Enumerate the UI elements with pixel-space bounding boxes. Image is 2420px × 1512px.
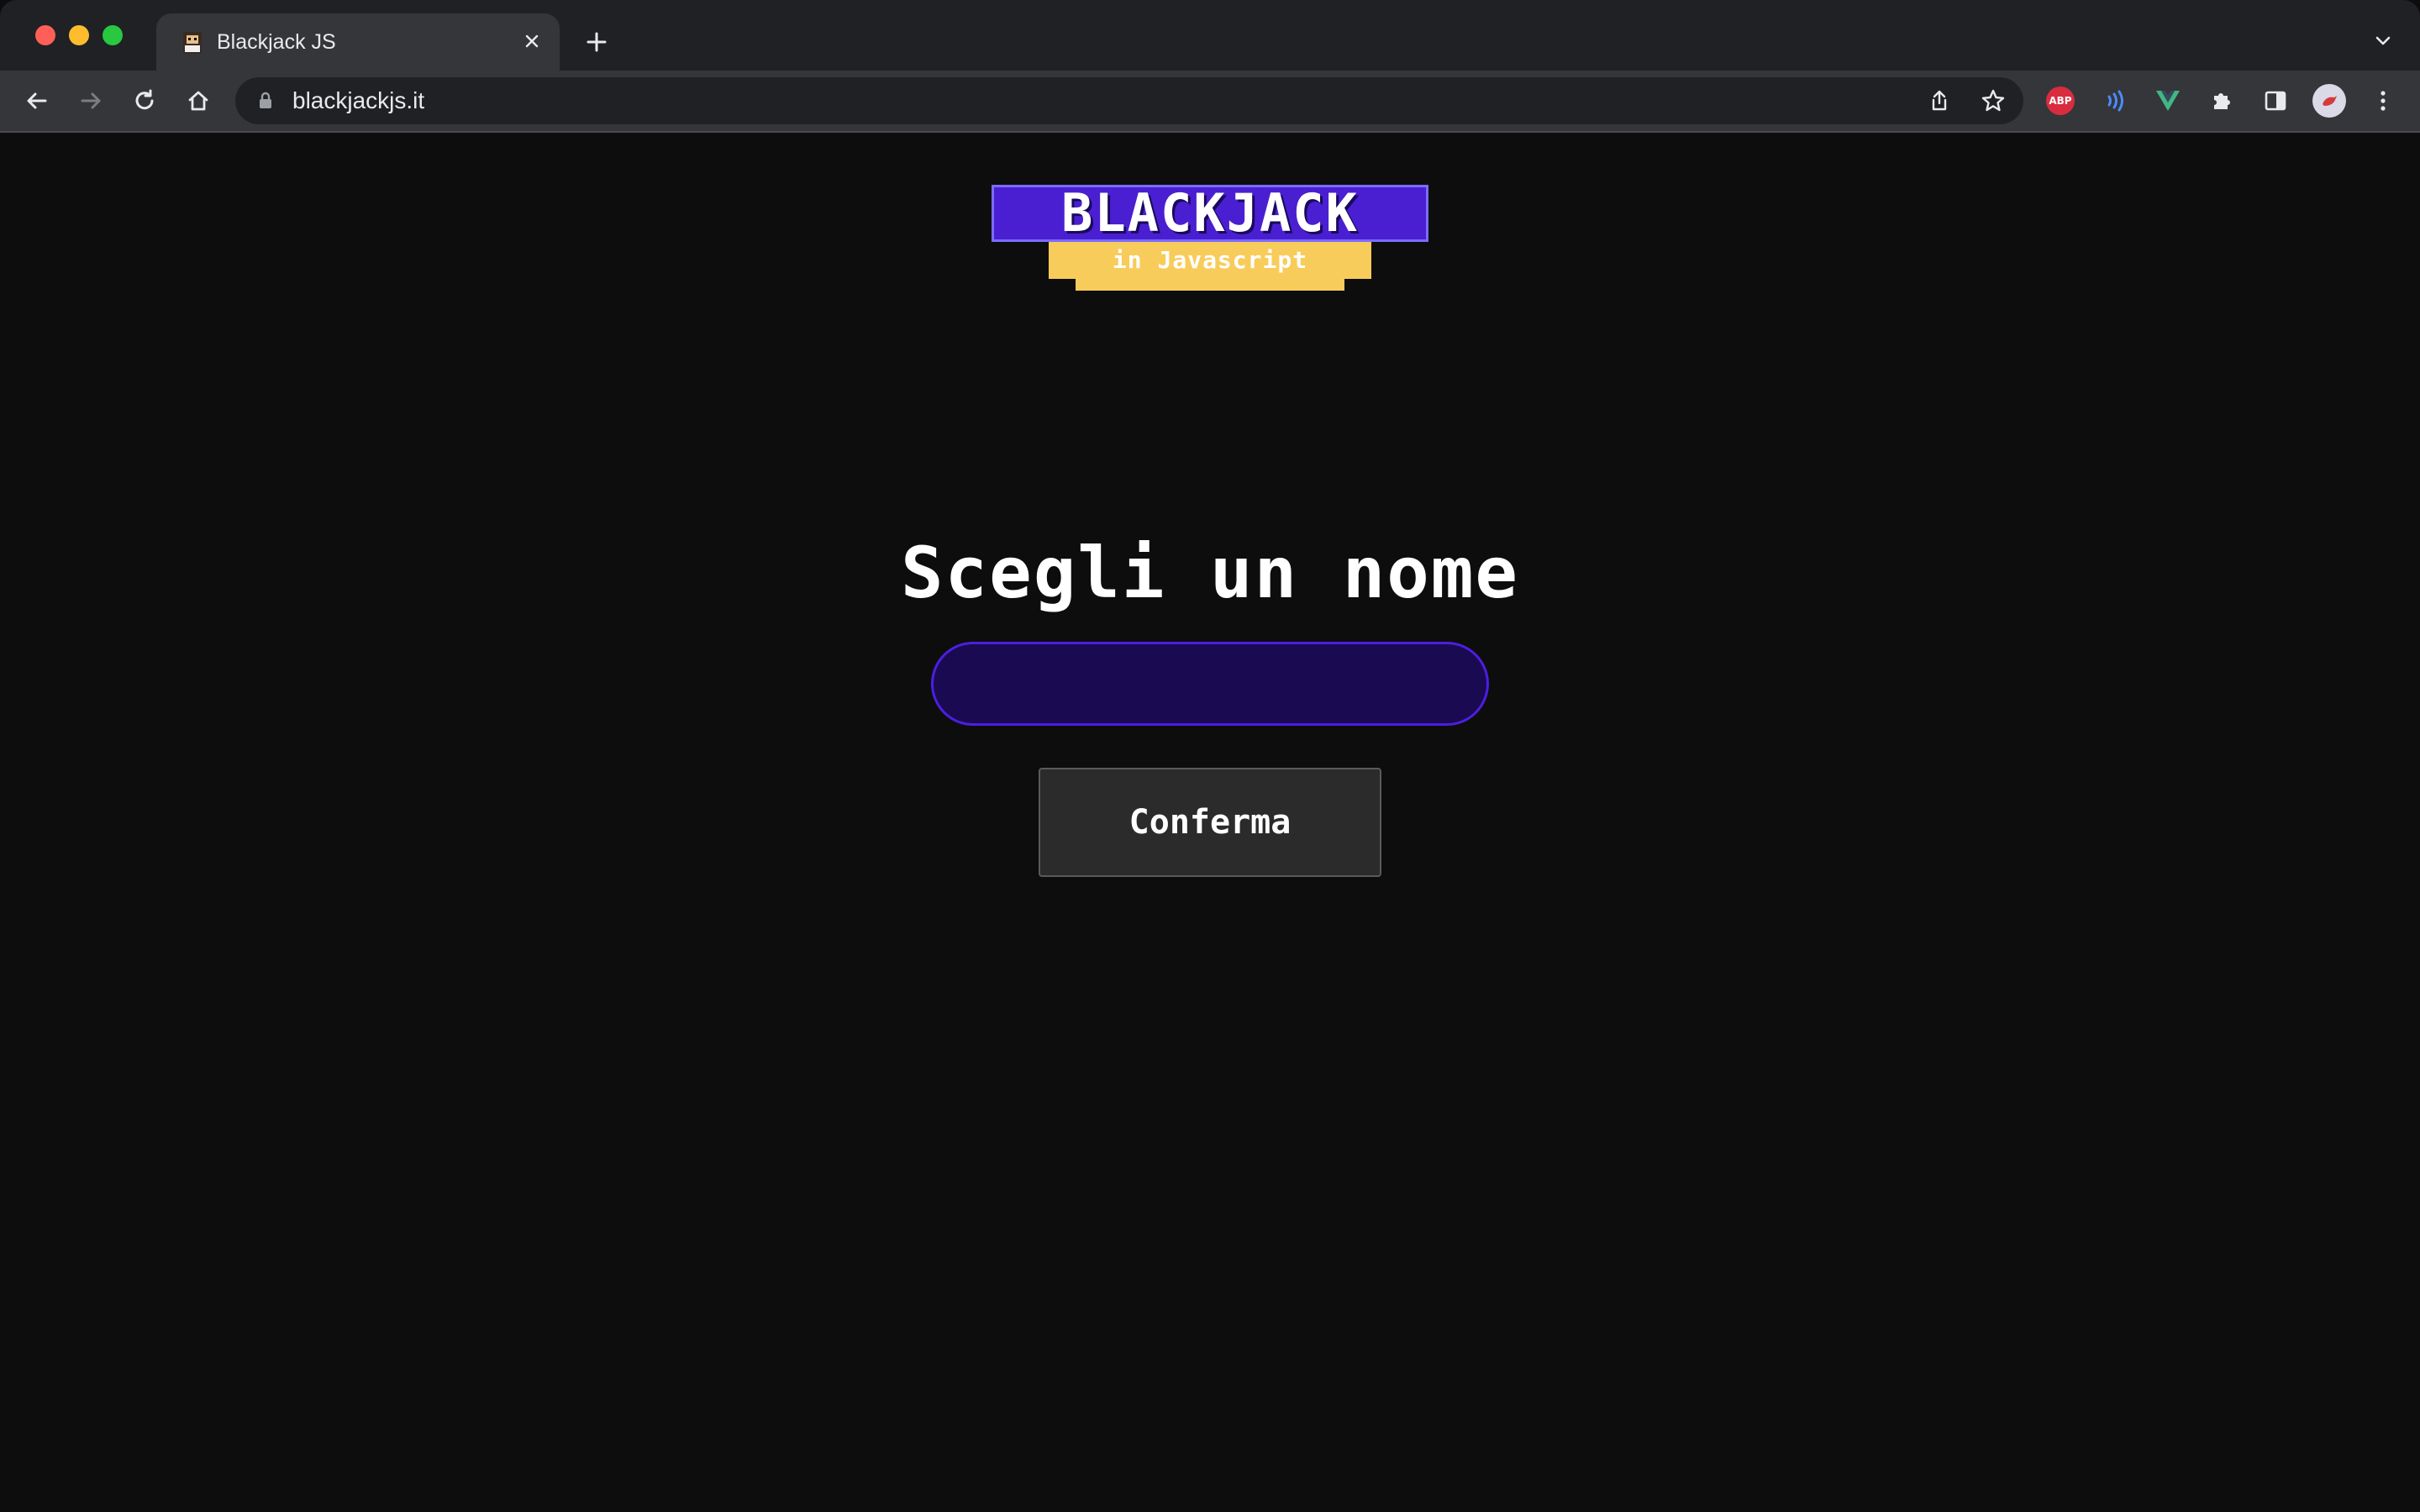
logo-subtitle: in Javascript — [1112, 246, 1308, 274]
favicon-icon — [180, 30, 205, 55]
logo-word: BLACKJACK — [1061, 182, 1359, 244]
share-icon[interactable] — [1923, 84, 1956, 118]
home-button[interactable] — [178, 81, 218, 121]
close-tab-icon[interactable] — [518, 27, 546, 55]
bookmark-star-icon[interactable] — [1976, 84, 2010, 118]
adblock-extension-button[interactable]: ABP — [2040, 81, 2081, 121]
sound-waves-icon — [2107, 90, 2123, 112]
url-text: blackjackjs.it — [292, 87, 425, 113]
logo-banner: in Javascript — [1049, 242, 1371, 279]
logo-banner-tail — [1076, 279, 1344, 291]
address-bar[interactable]: blackjackjs.it — [235, 77, 2023, 124]
side-panel-icon — [2265, 91, 2286, 111]
browser-toolbar: blackjackjs.it ABP — [0, 71, 2420, 133]
tab-title: Blackjack JS — [217, 30, 336, 54]
forward-button[interactable] — [71, 81, 111, 121]
arrow-left-icon — [27, 92, 47, 109]
reload-button[interactable] — [124, 81, 165, 121]
lock-icon[interactable] — [255, 91, 276, 111]
minimize-window-button[interactable] — [69, 25, 89, 45]
maximize-window-button[interactable] — [103, 25, 123, 45]
vue-logo-icon — [2156, 91, 2180, 111]
name-input[interactable] — [931, 642, 1489, 726]
vue-devtools-extension-button[interactable] — [2148, 81, 2188, 121]
profile-bird-icon — [2323, 96, 2337, 106]
close-window-button[interactable] — [35, 25, 55, 45]
adblock-icon: ABP — [2046, 87, 2075, 115]
chevron-down-icon — [2375, 36, 2391, 45]
audio-extension-button[interactable] — [2094, 81, 2134, 121]
blackjack-logo: BLACKJACK in Javascript — [992, 185, 1428, 291]
browser-window: Blackjack JS blackjackjs.it ABP BLACKJAC… — [0, 0, 2420, 1512]
logo-title-plate: BLACKJACK — [992, 185, 1428, 242]
arrow-right-icon — [81, 92, 101, 109]
profile-button[interactable] — [2309, 81, 2349, 121]
reload-icon — [135, 89, 154, 110]
browser-menu-button[interactable] — [2363, 81, 2403, 121]
back-button[interactable] — [17, 81, 57, 121]
page-title: Scegli un nome — [900, 532, 1519, 614]
new-tab-button[interactable] — [578, 24, 615, 60]
home-icon — [188, 91, 208, 111]
puzzle-piece-icon — [2214, 93, 2230, 109]
tab-strip: Blackjack JS — [0, 0, 2420, 71]
kebab-menu-icon — [2381, 91, 2386, 111]
plus-icon — [587, 32, 607, 52]
tab-search-button[interactable] — [2366, 24, 2400, 57]
side-panel-button[interactable] — [2255, 81, 2296, 121]
tab-blackjack[interactable]: Blackjack JS — [156, 13, 560, 71]
extensions-button[interactable] — [2202, 81, 2242, 121]
confirm-button[interactable]: Conferma — [1039, 768, 1381, 877]
page-content: BLACKJACK in Javascript Scegli un nome C… — [0, 133, 2420, 1512]
avatar — [2312, 84, 2346, 118]
